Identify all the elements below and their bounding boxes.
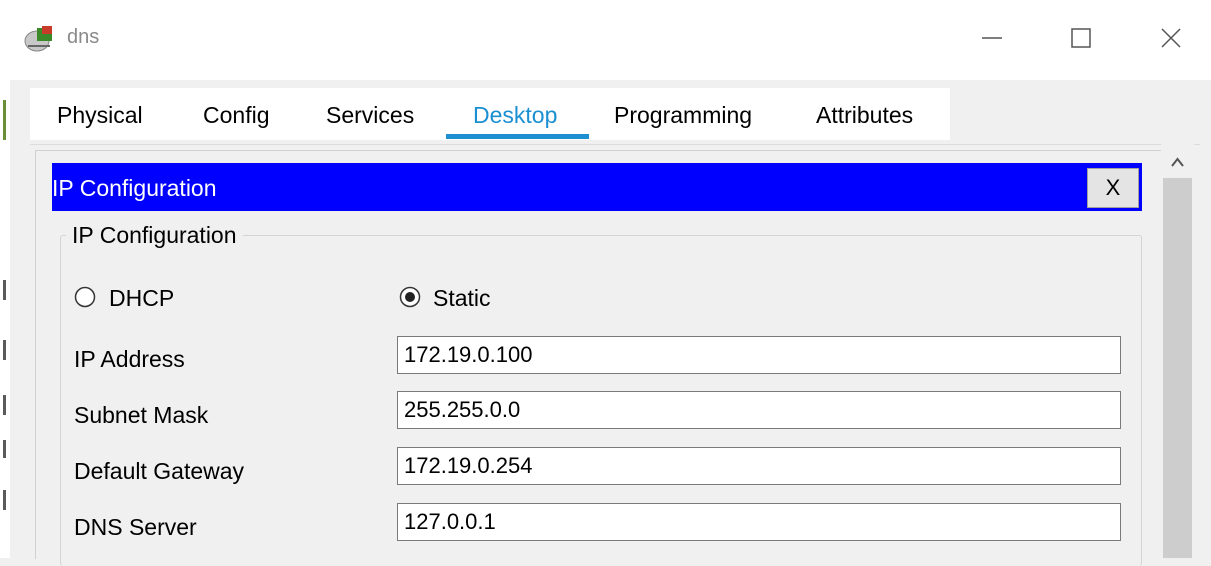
default-gateway-input[interactable]: 172.19.0.254 bbox=[397, 447, 1121, 485]
tab-bar: Physical Config Services Desktop Program… bbox=[30, 88, 950, 140]
network-device-icon bbox=[24, 24, 60, 54]
active-tab-indicator bbox=[446, 134, 589, 139]
title-bar: dns bbox=[0, 0, 1211, 80]
tab-desktop[interactable]: Desktop bbox=[473, 102, 557, 129]
tab-physical[interactable]: Physical bbox=[57, 102, 143, 129]
tab-services[interactable]: Services bbox=[326, 102, 414, 129]
minimize-icon[interactable] bbox=[972, 18, 1012, 58]
dns-server-input[interactable]: 127.0.0.1 bbox=[397, 503, 1121, 541]
ip-address-input[interactable]: 172.19.0.100 bbox=[397, 336, 1121, 374]
dhcp-label[interactable]: DHCP bbox=[109, 285, 174, 312]
scrollbar-thumb[interactable] bbox=[1163, 178, 1192, 558]
dns-server-label: DNS Server bbox=[74, 514, 197, 540]
tab-programming[interactable]: Programming bbox=[614, 102, 752, 129]
static-radio[interactable] bbox=[399, 286, 421, 308]
default-gateway-label: Default Gateway bbox=[74, 458, 245, 484]
subnet-mask-label: Subnet Mask bbox=[74, 402, 209, 428]
window-left-edge bbox=[0, 0, 10, 558]
edge-mark bbox=[3, 100, 6, 140]
close-icon[interactable] bbox=[1151, 18, 1191, 58]
tab-attributes[interactable]: Attributes bbox=[816, 102, 913, 129]
ip-config-header-title: IP Configuration bbox=[52, 175, 217, 201]
edge-mark bbox=[3, 280, 6, 300]
ip-address-label: IP Address bbox=[74, 346, 185, 372]
static-label[interactable]: Static bbox=[433, 285, 491, 312]
edge-mark bbox=[3, 395, 6, 415]
tab-config[interactable]: Config bbox=[203, 102, 269, 129]
subnet-mask-input[interactable]: 255.255.0.0 bbox=[397, 391, 1121, 429]
edge-mark bbox=[3, 440, 6, 458]
edge-mark bbox=[3, 490, 6, 510]
maximize-icon[interactable] bbox=[1061, 18, 1101, 58]
ip-config-group-title: IP Configuration bbox=[66, 222, 243, 249]
chevron-up-icon[interactable] bbox=[1161, 146, 1194, 176]
window-title: dns bbox=[67, 26, 100, 48]
dhcp-radio[interactable] bbox=[74, 286, 96, 308]
edge-mark bbox=[3, 340, 6, 360]
ip-config-close-button[interactable]: X bbox=[1087, 168, 1139, 208]
